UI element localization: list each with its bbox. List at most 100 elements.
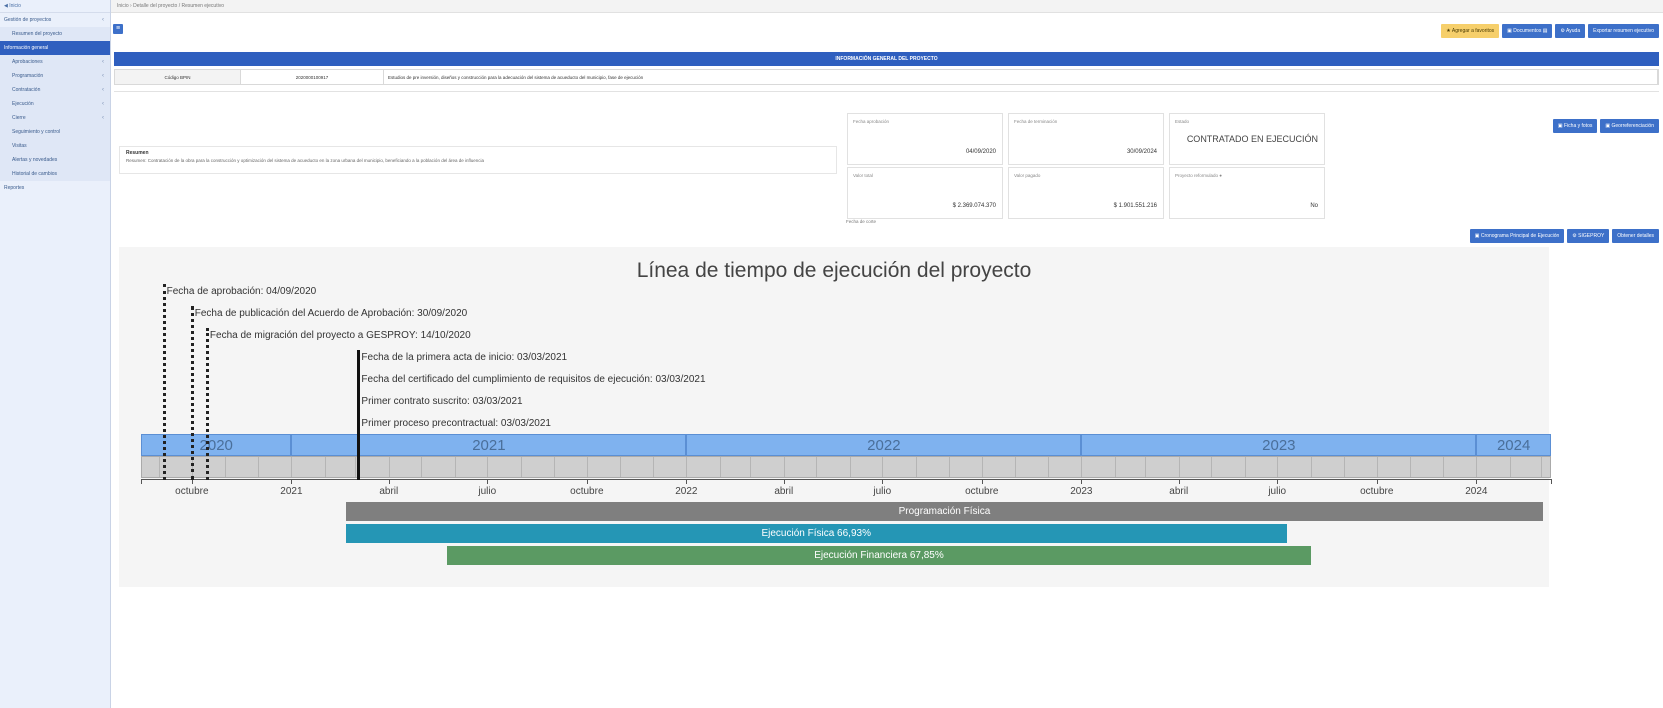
month-tick (719, 457, 721, 477)
event-line (205, 328, 209, 480)
year-band: 2023 (1081, 434, 1477, 456)
event-label: Fecha del certificado del cumplimiento d… (361, 374, 706, 385)
sidebar-item-label: Aprobaciones (12, 59, 43, 65)
axis-tick (686, 479, 688, 484)
sidebar-item-label: Ejecución (12, 101, 34, 107)
month-tick (1145, 457, 1147, 477)
card-label: Valor pagado (1014, 173, 1041, 178)
sidebar-item[interactable]: Gestión de proyectos ‹ (0, 13, 110, 27)
sidebar-item-label: Reportes (4, 185, 25, 191)
sidebar-item-label: Resumen del proyecto (12, 31, 63, 37)
project-name: Estudios de pre inversión, diseños y con… (384, 70, 1658, 84)
section-button[interactable]: ▣ Georreferenciación (1600, 119, 1659, 133)
month-tick (421, 457, 423, 477)
month-tick (1114, 457, 1116, 477)
chevron-down-icon: ‹ (102, 115, 104, 121)
gantt-bar: Ejecución Física 66,93% (345, 524, 1287, 543)
toolbar-button[interactable]: ▣ Documentos ▤ (1502, 24, 1553, 38)
year-band: 2024 (1476, 434, 1551, 456)
breadcrumb: Inicio › Detalle del proyecto / Resumen … (111, 0, 1663, 13)
month-tick (388, 457, 390, 477)
toolbar-button[interactable]: ★ Agregar a favoritos (1441, 24, 1500, 38)
summary-card: Fecha de terminación 30/09/2024 (1008, 113, 1164, 165)
month-band (141, 456, 1551, 478)
chevron-down-icon: ‹ (102, 59, 104, 65)
axis-tick (1178, 479, 1180, 484)
divider (114, 91, 1659, 92)
sidebar-item[interactable]: Aprobaciones ‹ (0, 55, 110, 69)
month-tick (487, 457, 489, 477)
month-tick (225, 457, 227, 477)
axis-tick-label: abril (1169, 486, 1189, 497)
section-button[interactable]: ▣ Ficha y fotos (1552, 119, 1598, 133)
gantt-bar: Ejecución Financiera 67,85% (447, 546, 1311, 565)
section-button[interactable]: Obtener detalles (1612, 229, 1659, 243)
sidebar-item-label: Información general (4, 45, 49, 51)
month-tick (1244, 457, 1246, 477)
axis-tick (981, 479, 983, 484)
sidebar-home-link[interactable]: ◀ Inicio (0, 0, 110, 13)
sidebar-item[interactable]: Seguimiento y control (0, 125, 110, 139)
sidebar-item[interactable]: Historial de cambios (0, 167, 110, 181)
axis-tick-label: abril (379, 486, 399, 497)
sidebar-item-label: Visitas (12, 143, 27, 149)
project-header: INFORMACIÓN GENERAL DEL PROYECTO (114, 52, 1659, 66)
sidebar-item[interactable]: Contratación ‹ (0, 83, 110, 97)
axis-tick-label: julio (873, 486, 892, 497)
section-button[interactable]: ▣ Cronograma Principal de Ejecución (1469, 229, 1565, 243)
month-tick (1442, 457, 1444, 477)
month-tick (454, 457, 456, 477)
month-tick (355, 457, 357, 477)
axis-tick (1081, 479, 1083, 484)
month-tick (1015, 457, 1017, 477)
menu-toggle-button[interactable]: ≡ (113, 24, 123, 34)
sidebar-item-label: Cierre (12, 115, 26, 121)
timeline-title: Línea de tiempo de ejecución del proyect… (636, 259, 1032, 282)
month-tick (620, 457, 622, 477)
sidebar-item-label: Seguimiento y control (12, 129, 61, 135)
section-button[interactable]: ⚙ SIGEPROY (1567, 229, 1610, 243)
summary-card: Estado CONTRATADO EN EJECUCIÓN (1169, 113, 1325, 165)
summary-card: Valor total $ 2.369.074.370 (847, 167, 1003, 219)
sidebar-item[interactable]: Alertas y novedades (0, 153, 110, 167)
month-tick (159, 457, 161, 477)
sidebar-item[interactable]: Visitas (0, 139, 110, 153)
month-tick (324, 457, 326, 477)
sidebar-item-label: Contratación (12, 87, 41, 93)
sidebar-item[interactable]: Información general (0, 41, 110, 55)
card-value: 30/09/2024 (1126, 149, 1157, 155)
sidebar-item[interactable]: Reportes (0, 181, 110, 195)
month-tick (1376, 457, 1378, 477)
axis-tick-label: 2024 (1465, 486, 1488, 497)
project-info-row: Código BPIN 2020000100917 Estudios de pr… (114, 69, 1659, 85)
event-label: Fecha de aprobación: 04/09/2020 (166, 286, 317, 297)
toolbar-button[interactable]: Exportar resumen ejecutivo (1588, 24, 1659, 38)
sidebar-item[interactable]: Programación ‹ (0, 69, 110, 83)
month-tick (915, 457, 917, 477)
sidebar-item[interactable]: Resumen del proyecto (0, 27, 110, 41)
month-tick (1047, 457, 1049, 477)
month-tick (652, 457, 654, 477)
chevron-down-icon: ‹ (102, 87, 104, 93)
axis-tick-label: julio (478, 486, 497, 497)
sidebar-item[interactable]: Ejecución ‹ (0, 97, 110, 111)
month-tick (1211, 457, 1213, 477)
section-buttons-secondary: ▣ Cronograma Principal de Ejecución ⚙ SIG… (1469, 229, 1659, 243)
event-line (357, 416, 361, 480)
gantt-bar: Programación Física (345, 502, 1544, 521)
sidebar-item-label: Gestión de proyectos (4, 17, 52, 23)
card-value: 04/09/2020 (965, 149, 996, 155)
project-code-label: Código BPIN (115, 70, 241, 84)
sidebar-item[interactable]: Cierre ‹ (0, 111, 110, 125)
sidebar-menu: Gestión de proyectos ‹ Resumen del proyect… (0, 13, 110, 195)
sidebar-item-label: Alertas y novedades (12, 157, 58, 163)
toolbar-button[interactable]: ⚙ Ayuda (1555, 24, 1586, 38)
x-axis-line (141, 479, 1551, 480)
event-line (162, 284, 166, 480)
fecha-corte-label: Fecha de corte (846, 219, 877, 224)
month-tick (257, 457, 259, 477)
axis-tick-label: octubre (965, 486, 999, 497)
month-tick (1541, 457, 1543, 477)
month-tick (949, 457, 951, 477)
event-label: Fecha de la primera acta de inicio: 03/0… (361, 352, 568, 363)
